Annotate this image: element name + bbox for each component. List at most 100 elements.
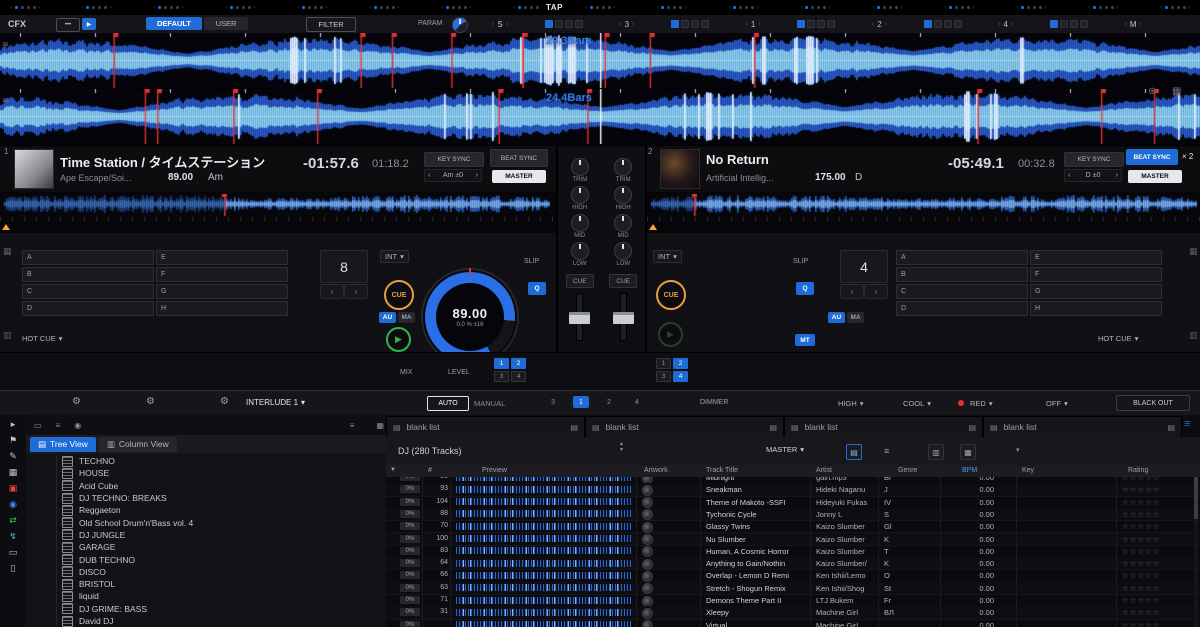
- row-preview-waveform[interactable]: [456, 547, 631, 554]
- hot-cue-pad-H[interactable]: H: [1030, 301, 1162, 316]
- row-preview-waveform[interactable]: [456, 584, 631, 591]
- hot-cue-bank-icon[interactable]: ▣: [9, 484, 18, 493]
- cfx-mini-button[interactable]: ▶: [82, 18, 96, 30]
- beat-quantize-cluster[interactable]: ‹›: [226, 5, 256, 11]
- tree-item[interactable]: Acid Cube: [26, 480, 386, 492]
- link-icon[interactable]: ⊕: [1148, 86, 1156, 97]
- hot-cue-pad-B[interactable]: B: [896, 267, 1028, 282]
- deck2-mt-button[interactable]: MT: [795, 334, 815, 346]
- table-row[interactable]: 0%64Anything to Gain/NothinKaizo Slumber…: [386, 557, 1200, 570]
- blank-list-panel[interactable]: ▤blank list▤: [784, 416, 983, 438]
- beat-quantize-cluster[interactable]: ‹›: [1088, 5, 1118, 11]
- monitor-button-1[interactable]: 1: [656, 358, 671, 369]
- playlist-sort-spinner[interactable]: ▴ ▾: [620, 441, 623, 453]
- hot-cue-pad-H[interactable]: H: [156, 301, 288, 316]
- chevron-left-icon[interactable]: ‹: [82, 5, 84, 11]
- chevron-right-icon[interactable]: ›: [469, 5, 471, 11]
- deck1-ma-button[interactable]: MA: [398, 312, 415, 323]
- hot-cue-pad-D[interactable]: D: [22, 301, 154, 316]
- chevron-left-icon[interactable]: ‹: [513, 5, 515, 11]
- chevron-left-icon[interactable]: ‹: [1068, 172, 1070, 179]
- lighting-bank-1[interactable]: 1: [573, 396, 589, 408]
- deck2-beat-jump-back[interactable]: ‹: [840, 284, 864, 299]
- playlist-palette-icon[interactable]: ≡: [1184, 418, 1190, 430]
- beat-quantize-cluster[interactable]: ‹›: [1016, 5, 1046, 11]
- row-preview-waveform[interactable]: [456, 535, 631, 542]
- deck1-beat-jump-forward[interactable]: ›: [344, 284, 368, 299]
- chevron-right-icon[interactable]: ›: [326, 5, 328, 11]
- row-rating-stars[interactable]: ☆☆☆☆☆: [1122, 498, 1161, 507]
- chevron-right-icon[interactable]: ›: [685, 5, 687, 11]
- bookmark-icon[interactable]: ⚑: [9, 436, 17, 445]
- chevron-left-icon[interactable]: ‹: [369, 5, 371, 11]
- deck2-waveform[interactable]: [0, 89, 1200, 144]
- chevron-left-icon[interactable]: ‹: [657, 5, 659, 11]
- col-track-title[interactable]: Track Title: [706, 467, 738, 474]
- row-preview-waveform[interactable]: [456, 498, 631, 505]
- lighting-manual-button[interactable]: MANUAL: [474, 399, 505, 408]
- channel-cue-button[interactable]: CUE: [609, 274, 637, 288]
- hot-cue-pad-F[interactable]: F: [156, 267, 288, 282]
- beat-quantize-cluster[interactable]: ‹›: [873, 5, 903, 11]
- lighting-mood-dropdown[interactable]: HIGH ▾: [838, 399, 864, 408]
- chevron-right-icon[interactable]: ›: [829, 5, 831, 11]
- blank-list-panel[interactable]: ▤blank list▤: [585, 416, 784, 438]
- usb-icon[interactable]: ↯: [9, 532, 17, 541]
- deck1-key-sync-button[interactable]: KEY SYNC: [424, 152, 484, 167]
- chevron-left-icon[interactable]: ‹: [428, 172, 430, 179]
- beat-quantize-cluster[interactable]: ‹›: [513, 5, 543, 11]
- lighting-bank-4[interactable]: 4: [629, 396, 645, 408]
- chevron-left-icon[interactable]: ‹: [298, 5, 300, 11]
- beat-quantize-cluster[interactable]: ‹›: [657, 5, 687, 11]
- tree-item[interactable]: GARAGE: [26, 541, 386, 553]
- deck2-beat-jump-forward[interactable]: ›: [864, 284, 888, 299]
- deck1-waveform[interactable]: [0, 33, 1200, 88]
- chevron-left-icon[interactable]: ‹: [1160, 5, 1162, 11]
- hot-cue-pad-B[interactable]: B: [22, 267, 154, 282]
- channel-cue-button[interactable]: CUE: [566, 274, 594, 288]
- tree-item[interactable]: DJ TECHNO: BREAKS: [26, 492, 386, 504]
- tree-item[interactable]: DJ GRIME: BASS: [26, 603, 386, 615]
- table-row[interactable]: 0%70Glassy TwinsKaizo SlumberGl0.00☆☆☆☆☆: [386, 520, 1200, 533]
- tab-tree-view[interactable]: ▤ Tree View: [30, 437, 96, 452]
- lighting-temperature-dropdown[interactable]: COOL ▾: [903, 399, 931, 408]
- row-preview-waveform[interactable]: [456, 523, 631, 530]
- row-rating-stars[interactable]: ☆☆☆☆☆: [1122, 559, 1161, 568]
- eq-knob-mid[interactable]: [571, 214, 589, 232]
- tab-column-view[interactable]: ▥ Column View: [99, 437, 177, 452]
- chevron-right-icon[interactable]: ›: [972, 5, 974, 11]
- table-row[interactable]: 0%88Tychonic CycleJonny LS0.00☆☆☆☆☆: [386, 508, 1200, 521]
- monitor-button-3[interactable]: 3: [494, 371, 509, 382]
- row-rating-stars[interactable]: ☆☆☆☆☆: [1122, 522, 1161, 531]
- deck2-key-sync-button[interactable]: KEY SYNC: [1064, 152, 1124, 167]
- deck1-beat-sync-button[interactable]: BEAT SYNC: [490, 149, 548, 167]
- deck1-quantize-button[interactable]: Q: [528, 282, 546, 295]
- row-preview-waveform[interactable]: [456, 572, 631, 579]
- chevron-left-icon[interactable]: ‹: [585, 5, 587, 11]
- chevron-left-icon[interactable]: ‹: [746, 21, 748, 28]
- cfx-slot-1[interactable]: ‹1›: [746, 20, 761, 29]
- blank-list-panel[interactable]: ▤blank list▤: [983, 416, 1182, 438]
- chevron-left-icon[interactable]: ‹: [226, 5, 228, 11]
- chevron-right-icon[interactable]: ›: [476, 172, 478, 179]
- chevron-right-icon[interactable]: ›: [901, 5, 903, 11]
- blackout-button[interactable]: BLACK OUT: [1116, 395, 1190, 411]
- deck2-play-button[interactable]: ▶: [658, 322, 683, 347]
- param-knob[interactable]: [452, 17, 468, 33]
- col-preview[interactable]: Preview: [482, 467, 507, 474]
- deck2-master-button[interactable]: MASTER: [1128, 170, 1182, 183]
- chevron-right-icon[interactable]: ›: [110, 5, 112, 11]
- beat-quantize-cluster[interactable]: ‹›: [298, 5, 328, 11]
- row-rating-stars[interactable]: ☆☆☆☆☆: [1122, 584, 1161, 593]
- beat-quantize-cluster[interactable]: ‹›: [944, 5, 974, 11]
- row-rating-stars[interactable]: ☆☆☆☆☆: [1122, 510, 1161, 519]
- chevron-left-icon[interactable]: ‹: [944, 5, 946, 11]
- chevron-down-icon[interactable]: ▾: [1016, 446, 1020, 454]
- menu-icon[interactable]: ≡: [884, 446, 889, 456]
- master-deck-dropdown[interactable]: MASTER ▾: [766, 445, 804, 454]
- cfx-menu-button[interactable]: •••: [56, 18, 80, 32]
- pad-grid-icon[interactable]: ▦: [1189, 246, 1198, 257]
- monitor-button-3[interactable]: 3: [656, 371, 671, 382]
- eq-knob-high[interactable]: [571, 186, 589, 204]
- fader-handle[interactable]: [569, 312, 590, 324]
